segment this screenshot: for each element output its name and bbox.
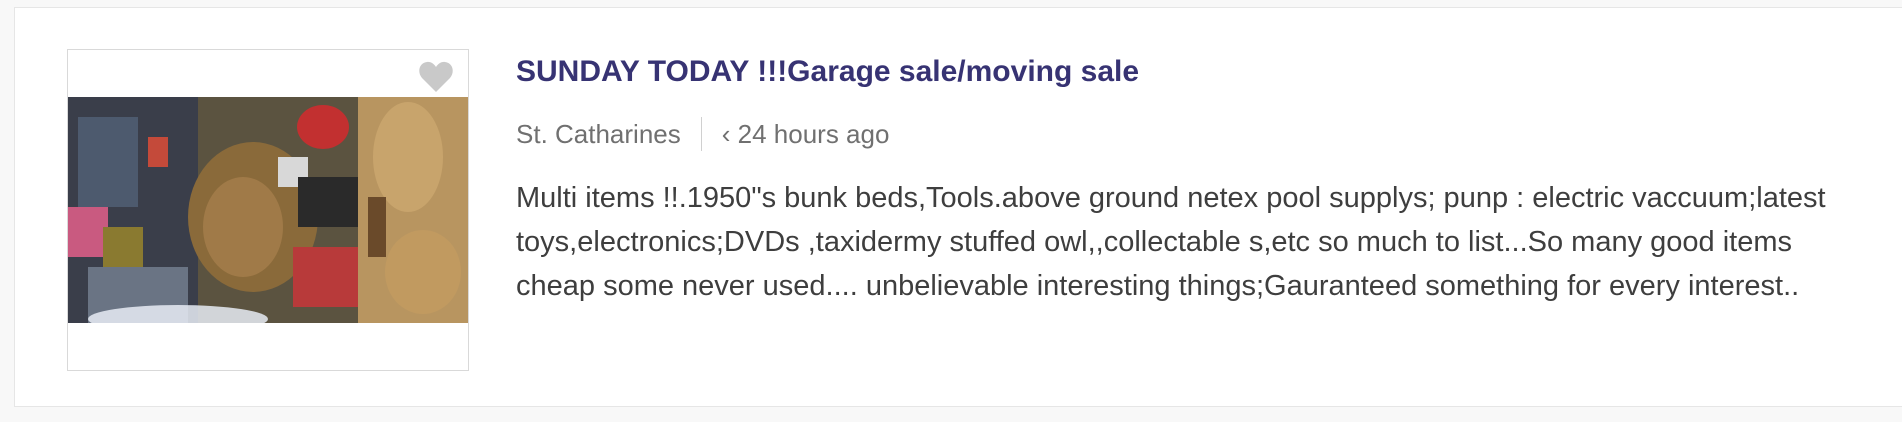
listing-card[interactable]: SUNDAY TODAY !!!Garage sale/moving sale … [14,7,1902,407]
listing-meta: St. Catharines ‹ 24 hours ago [516,116,1846,152]
listing-thumbnail[interactable] [67,49,469,371]
heart-icon[interactable] [418,60,454,94]
listing-description: Multi items !!.1950"s bunk beds,Tools.ab… [516,182,1826,302]
listing-title-link[interactable]: SUNDAY TODAY !!!Garage sale/moving sale [516,52,1846,92]
listing-page: SUNDAY TODAY !!!Garage sale/moving sale … [0,0,1902,422]
meta-divider [700,117,702,151]
listing-content: SUNDAY TODAY !!!Garage sale/moving sale … [516,52,1846,308]
listing-posted-time: ‹ 24 hours ago [721,118,890,149]
listing-photo[interactable] [68,97,468,323]
listing-location: St. Catharines [516,118,681,149]
